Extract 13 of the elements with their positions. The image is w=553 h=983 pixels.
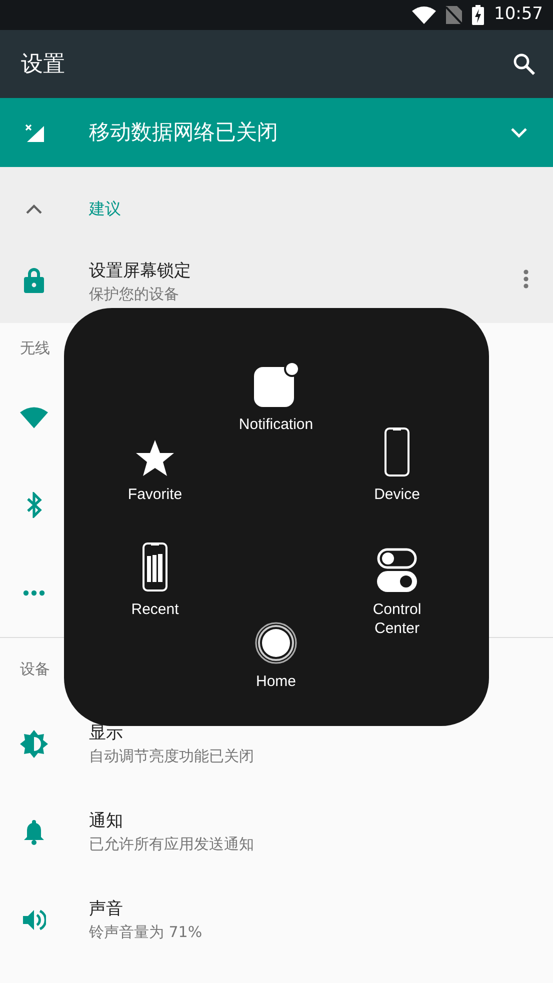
- section-header: 设备: [20, 658, 50, 680]
- app-title: 设置: [21, 50, 65, 78]
- suggestions-label: 建议: [89, 198, 121, 220]
- item-subtitle: 自动调节亮度功能已关闭: [89, 746, 254, 767]
- item-title: 声音: [89, 898, 124, 921]
- banner-text: 移动数据网络已关闭: [89, 118, 279, 146]
- status-time: 10:57: [494, 3, 543, 26]
- item-title: 设置屏幕锁定: [89, 260, 192, 283]
- item-title: 通知: [89, 810, 124, 833]
- item-subtitle: 铃声音量为 71%: [89, 922, 202, 943]
- item-subtitle: 保护您的设备: [89, 284, 180, 305]
- item-subtitle: 已允许所有应用发送通知: [89, 834, 254, 855]
- section-header: 无线: [20, 338, 50, 359]
